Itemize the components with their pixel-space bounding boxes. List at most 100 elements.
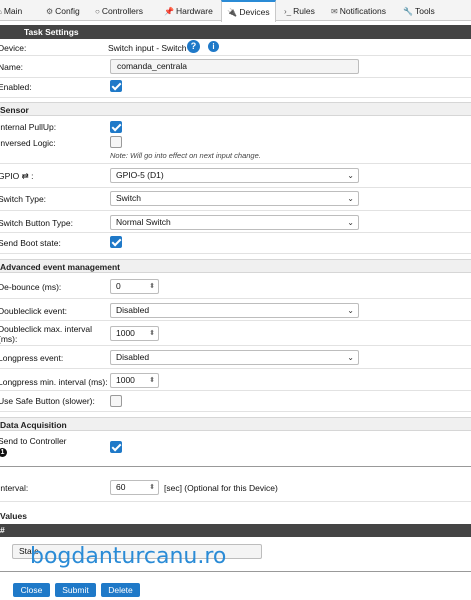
divider [0, 253, 471, 254]
tab-label: Controllers [101, 6, 143, 16]
send-boot-state-label: Send Boot state: [0, 238, 61, 248]
values-header: Values [0, 509, 471, 523]
debounce-input[interactable]: 0 ⬍ [110, 279, 159, 294]
tab-label: Hardware [175, 6, 213, 16]
tab-rules[interactable]: ›_ Rules [284, 0, 324, 21]
doubleclick-event-value: Disabled [116, 305, 150, 315]
help-icon[interactable]: ? [187, 40, 200, 53]
tab-notifications[interactable]: ✉ Notifications [331, 0, 401, 21]
submit-button[interactable]: Submit [55, 583, 96, 597]
switch-button-type-select[interactable]: Normal Switch ⌄ [110, 215, 359, 230]
inversed-logic-checkbox[interactable] [110, 136, 122, 148]
safe-button-label: Use Safe Button (slower): [0, 396, 95, 406]
divider [0, 298, 471, 299]
doubleclick-event-label: Doubleclick event: [0, 306, 67, 316]
name-label: Name: [0, 62, 24, 72]
tab-controllers[interactable]: ○ Controllers [95, 0, 155, 21]
internal-pullup-checkbox[interactable] [110, 121, 122, 133]
name-input[interactable]: comanda_centrala [110, 59, 359, 74]
home-icon: ⌂ [0, 1, 2, 23]
tab-label: Notifications [339, 6, 387, 16]
divider [0, 77, 471, 78]
tab-label: Tools [414, 6, 435, 16]
gpio-label: GPIO ⇄ : [0, 171, 34, 181]
delete-button[interactable]: Delete [101, 583, 140, 597]
advanced-event-header: Advanced event management [0, 259, 471, 273]
terminal-icon: ›_ [284, 7, 292, 16]
safe-button-checkbox[interactable] [110, 395, 122, 407]
divider [0, 163, 471, 164]
divider [0, 210, 471, 211]
send-to-controller-checkbox[interactable] [110, 441, 122, 453]
divider [0, 571, 471, 572]
chevron-down-icon: ⌄ [347, 218, 354, 227]
divider [0, 368, 471, 369]
interval-input[interactable]: 60 ⬍ [110, 480, 159, 495]
divider [0, 97, 471, 98]
longpress-interval-value: 1000 [116, 375, 135, 385]
tab-label: Config [55, 6, 80, 16]
data-acquisition-header: Data Acquisition [0, 417, 471, 431]
spinner-icon[interactable]: ⬍ [149, 327, 155, 340]
enabled-label: Enabled: [0, 82, 32, 92]
tab-hardware[interactable]: 📌 Hardware [164, 0, 219, 21]
doubleclick-interval-input[interactable]: 1000 ⬍ [110, 326, 159, 341]
enabled-checkbox[interactable] [110, 80, 122, 92]
device-value: Switch input - Switch [108, 43, 187, 53]
longpress-interval-input[interactable]: 1000 ⬍ [110, 373, 159, 388]
device-label: Device: [0, 43, 27, 53]
spinner-icon[interactable]: ⬍ [149, 280, 155, 293]
divider [0, 55, 471, 56]
tab-tools[interactable]: 🔧 Tools [403, 0, 443, 21]
divider [0, 466, 471, 467]
spinner-icon[interactable]: ⬍ [149, 481, 155, 494]
controller-icon: ○ [95, 7, 100, 16]
tab-main[interactable]: ⌂Main [0, 0, 37, 21]
longpress-interval-label: Longpress min. interval (ms): [0, 377, 108, 387]
controller-number-badge: 1 [0, 448, 7, 457]
sensor-header: Sensor [0, 102, 471, 116]
chevron-down-icon: ⌄ [347, 171, 354, 180]
tab-label: Devices [239, 7, 270, 17]
watermark-text: bogdanturcanu.ro [30, 544, 227, 569]
info-icon[interactable]: i [208, 41, 219, 52]
divider [0, 411, 471, 412]
send-boot-state-checkbox[interactable] [110, 236, 122, 248]
spinner-icon[interactable]: ⬍ [149, 374, 155, 387]
inversed-logic-label: Inversed Logic: [0, 138, 56, 148]
wrench-icon: 🔧 [403, 7, 413, 16]
doubleclick-event-select[interactable]: Disabled ⌄ [110, 303, 359, 318]
interval-label: Interval: [0, 483, 29, 493]
envelope-icon: ✉ [331, 7, 338, 16]
tab-label: Main [3, 6, 23, 16]
task-settings-header: Task Settings [0, 25, 471, 39]
doubleclick-interval-value: 1000 [116, 328, 135, 338]
switch-type-select[interactable]: Switch ⌄ [110, 191, 359, 206]
switch-button-type-label: Switch Button Type: [0, 218, 73, 228]
switch-type-label: Switch Type: [0, 194, 47, 204]
longpress-event-label: Longpress event: [0, 353, 64, 363]
switch-button-type-value: Normal Switch [116, 217, 171, 227]
internal-pullup-label: Internal PullUp: [0, 122, 57, 132]
divider [0, 320, 471, 321]
tab-bar: ⌂Main ⚙Config ○Controllers 📌Hardware 🔌De… [0, 0, 471, 22]
inversed-logic-note: Note: Will go into effect on next input … [110, 151, 261, 160]
divider [0, 390, 471, 391]
chevron-down-icon: ⌄ [347, 353, 354, 362]
divider [0, 501, 471, 502]
debounce-value: 0 [116, 281, 121, 291]
switch-type-value: Switch [116, 193, 142, 203]
send-to-controller-label: Send to Controller [0, 436, 67, 446]
gpio-select[interactable]: GPIO-5 (D1) ⌄ [110, 168, 359, 183]
chevron-down-icon: ⌄ [347, 306, 354, 315]
gear-icon: ⚙ [46, 7, 54, 16]
tab-devices[interactable]: 🔌 Devices [221, 0, 276, 22]
close-button[interactable]: Close [13, 583, 50, 597]
divider [0, 187, 471, 188]
tab-config[interactable]: ⚙ Config [46, 0, 90, 21]
doubleclick-interval-label: Doubleclick max. interval (ms): [0, 324, 93, 344]
divider [0, 232, 471, 233]
gpio-select-value: GPIO-5 (D1) [116, 170, 164, 180]
pin-icon: 📌 [164, 7, 174, 16]
longpress-event-select[interactable]: Disabled ⌄ [110, 350, 359, 365]
